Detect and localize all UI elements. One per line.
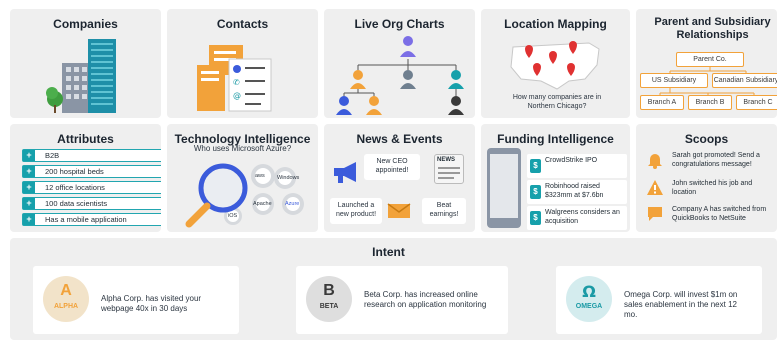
news-bubble-earnings: Beat earnings! [422,198,466,224]
intent-title: Intent [372,245,405,259]
dollar-icon: $ [530,185,541,199]
intent-text-omega: Omega Corp. will invest $1m on sales ena… [624,290,738,319]
plus-icon: + [23,198,35,209]
attribute-row: + B2B [22,149,161,162]
svg-text:@: @ [233,91,241,100]
plus-icon: + [23,214,35,225]
contact-cards-icon: ✆ @ [197,45,272,112]
plus-icon: + [23,166,35,177]
news-title: News & Events [356,132,443,146]
attribute-row: +200 hospital beds [22,165,161,178]
org-chart-icon [336,36,464,115]
news-bubble-ceo: New CEO appointed! [364,154,420,180]
intent-card-alpha[interactable]: A ALPHA Alpha Corp. has visited your web… [33,266,239,334]
news-bubble-product: Launched a new product! [330,198,382,224]
scoops-title: Scoops [684,132,729,146]
attribute-row: + Has a mobile application [22,213,161,226]
funding-item: $ CrowdStrike IPO [527,154,627,178]
scoops-tile[interactable]: Scoops Sarah got promoted! Send a congra… [636,124,777,232]
location-tile[interactable]: Location Mapping How many companies are … [481,9,630,118]
alpha-logo-icon: A ALPHA [43,276,89,322]
envelope-icon [387,203,411,218]
warning-icon [647,180,663,195]
gear-label-windows: Windows [277,175,300,181]
parent-tile[interactable]: Parent and Subsidiary Relationships Pare… [636,9,777,118]
attributes-title: Attributes [57,132,114,146]
newspaper-icon: NEWS [434,154,464,184]
dollar-icon: $ [530,211,541,225]
contacts-tile[interactable]: Contacts ✆ @ [167,9,318,118]
funding-title: Funding Intelligence [497,132,614,146]
person-icons [336,36,464,115]
svg-text:✆: ✆ [233,78,240,87]
scoop-item: John switched his job and location [646,178,771,200]
gear-label-ios: iOS [228,213,238,219]
megaphone-icon [334,162,356,183]
intent-text-alpha: Alpha Corp. has visited your webpage 40x… [101,294,202,313]
chat-icon [648,207,662,221]
branch-b-box: Branch B [688,95,732,110]
companies-tile[interactable]: Companies [10,9,161,118]
intent-card-beta[interactable]: B BETA Beta Corp. has increased online r… [296,266,508,334]
omega-logo-icon: Ω OMEGA [566,276,612,322]
plus-icon: + [23,150,35,161]
funding-item: $ Walgreens considers an acquisition [527,206,627,230]
attribute-row: +100 data scientists [22,197,161,210]
funding-tile[interactable]: Funding Intelligence $ CrowdStrike IPO $ R… [481,124,630,232]
tech-tile[interactable]: Technology Intelligence Who uses Microso… [167,124,318,232]
branch-c-box: Branch C [736,95,777,110]
branch-a-box: Branch A [640,95,684,110]
bell-icon [648,154,662,169]
scoop-item: Company A has switched from QuickBooks t… [646,204,771,226]
gear-label-azure: Azure [285,201,300,207]
intent-text-beta: Beta Corp. has increased online research… [364,290,487,309]
org-charts-tile[interactable]: Live Org Charts [324,9,475,118]
gear-label-apache: Apache [253,201,272,207]
funding-item: $ Robinhood raised $323mm at $7.6bn [527,180,627,204]
canadian-subsidiary-box: Canadian Subsidiary [712,73,777,88]
plus-icon: + [23,182,35,193]
beta-logo-icon: B BETA [306,276,352,322]
intent-card-omega[interactable]: Ω OMEGA Omega Corp. will invest $1m on s… [556,266,762,334]
news-tile[interactable]: News & Events New CEO appointed! NEWS La… [324,124,475,232]
location-question: How many companies are in Northern Chica… [512,94,602,110]
gear-label-aws: aws [255,173,265,179]
attribute-row: +12 office locations [22,181,161,194]
buildings-icon [46,39,116,113]
dollar-icon: $ [530,159,541,173]
scoop-item: Sarah got promoted! Send a congratulatio… [646,150,771,172]
phone-icon [487,148,521,228]
us-subsidiary-box: US Subsidiary [640,73,708,88]
attributes-tile[interactable]: Attributes + B2B +200 hospital beds +12 o… [10,124,161,232]
parent-co-box: Parent Co. [676,52,744,67]
